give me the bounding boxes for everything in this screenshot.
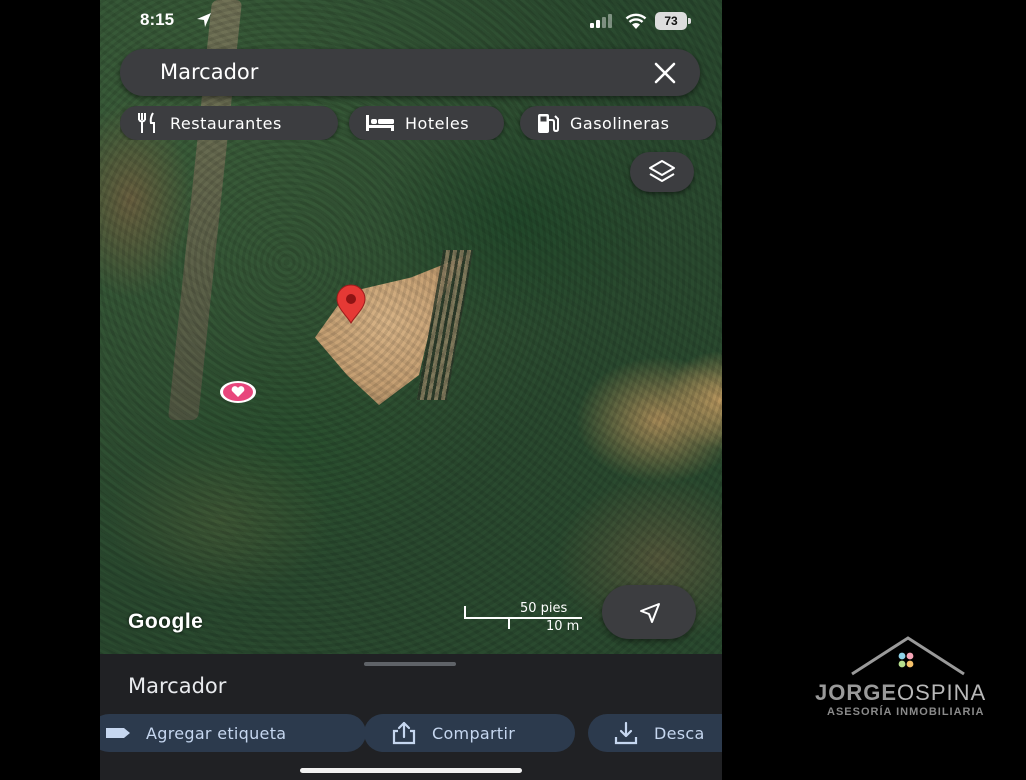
layers-icon	[649, 160, 675, 182]
map-clearing	[315, 255, 467, 405]
status-bar: 8:15 73	[100, 0, 722, 42]
gas-station-icon	[538, 114, 559, 133]
location-pin-icon[interactable]	[329, 284, 373, 324]
share-button[interactable]: Compartir	[364, 714, 575, 752]
chip-label: Gasolineras	[570, 113, 670, 133]
satellite-map[interactable]	[100, 0, 722, 656]
action-label: Agregar etiqueta	[146, 723, 287, 743]
chip-restaurantes[interactable]: Restaurantes	[120, 106, 338, 140]
battery-level: 73	[655, 12, 687, 30]
chip-label: Hoteles	[405, 113, 470, 133]
logo-name: JORGEOSPINA	[815, 680, 986, 706]
house-roof-icon	[851, 636, 965, 676]
logo-name-light: OSPINA	[897, 680, 987, 705]
chip-gasolineras[interactable]: Gasolineras	[520, 106, 716, 140]
label-icon	[106, 728, 130, 738]
action-label: Desca	[654, 723, 705, 743]
chip-hoteles[interactable]: Hoteles	[349, 106, 504, 140]
phone-screen: 8:15 73 Marcador Restaurantes Hoteles Ga…	[100, 0, 722, 780]
category-chips: Restaurantes Hoteles Gasolineras	[120, 106, 722, 140]
my-location-button[interactable]	[602, 585, 696, 639]
wifi-icon	[625, 13, 647, 29]
chip-label: Restaurantes	[170, 113, 282, 133]
place-title: Marcador	[128, 674, 227, 698]
sheet-drag-handle[interactable]	[364, 662, 456, 666]
logo-name-bold: JORGE	[815, 680, 898, 705]
battery-icon: 73	[655, 12, 691, 30]
share-icon	[392, 721, 416, 745]
add-label-button[interactable]: Agregar etiqueta	[100, 714, 366, 752]
action-buttons: Agregar etiqueta Compartir Desca	[100, 714, 722, 752]
logo-subtitle: ASESORÍA INMOBILIARIA	[827, 706, 985, 718]
download-button[interactable]: Desca	[588, 714, 722, 752]
scale-imperial: 50 pies	[520, 601, 568, 616]
location-arrow-icon	[197, 13, 211, 27]
scale-metric: 10 m	[546, 619, 580, 634]
search-query[interactable]: Marcador	[160, 60, 258, 84]
favorite-heart-icon[interactable]	[219, 380, 257, 404]
close-icon[interactable]	[652, 60, 678, 86]
google-attribution: Google	[128, 610, 204, 633]
map-terrace	[416, 250, 474, 400]
search-bar[interactable]: Marcador	[120, 49, 700, 96]
status-time: 8:15	[140, 10, 175, 29]
restaurant-icon	[138, 112, 155, 133]
bottom-sheet: Marcador Agregar etiqueta Compartir Desc…	[100, 654, 722, 780]
cellular-signal-icon	[590, 14, 612, 28]
navigation-arrow-icon	[640, 603, 660, 623]
map-scale: 50 pies 10 m	[464, 600, 590, 636]
layers-button[interactable]	[630, 152, 694, 192]
home-indicator[interactable]	[300, 768, 522, 773]
company-logo: JORGEOSPINA ASESORÍA INMOBILIARIA	[812, 634, 1002, 724]
hotel-icon	[366, 115, 394, 131]
action-label: Compartir	[432, 723, 516, 743]
download-icon	[614, 721, 638, 745]
